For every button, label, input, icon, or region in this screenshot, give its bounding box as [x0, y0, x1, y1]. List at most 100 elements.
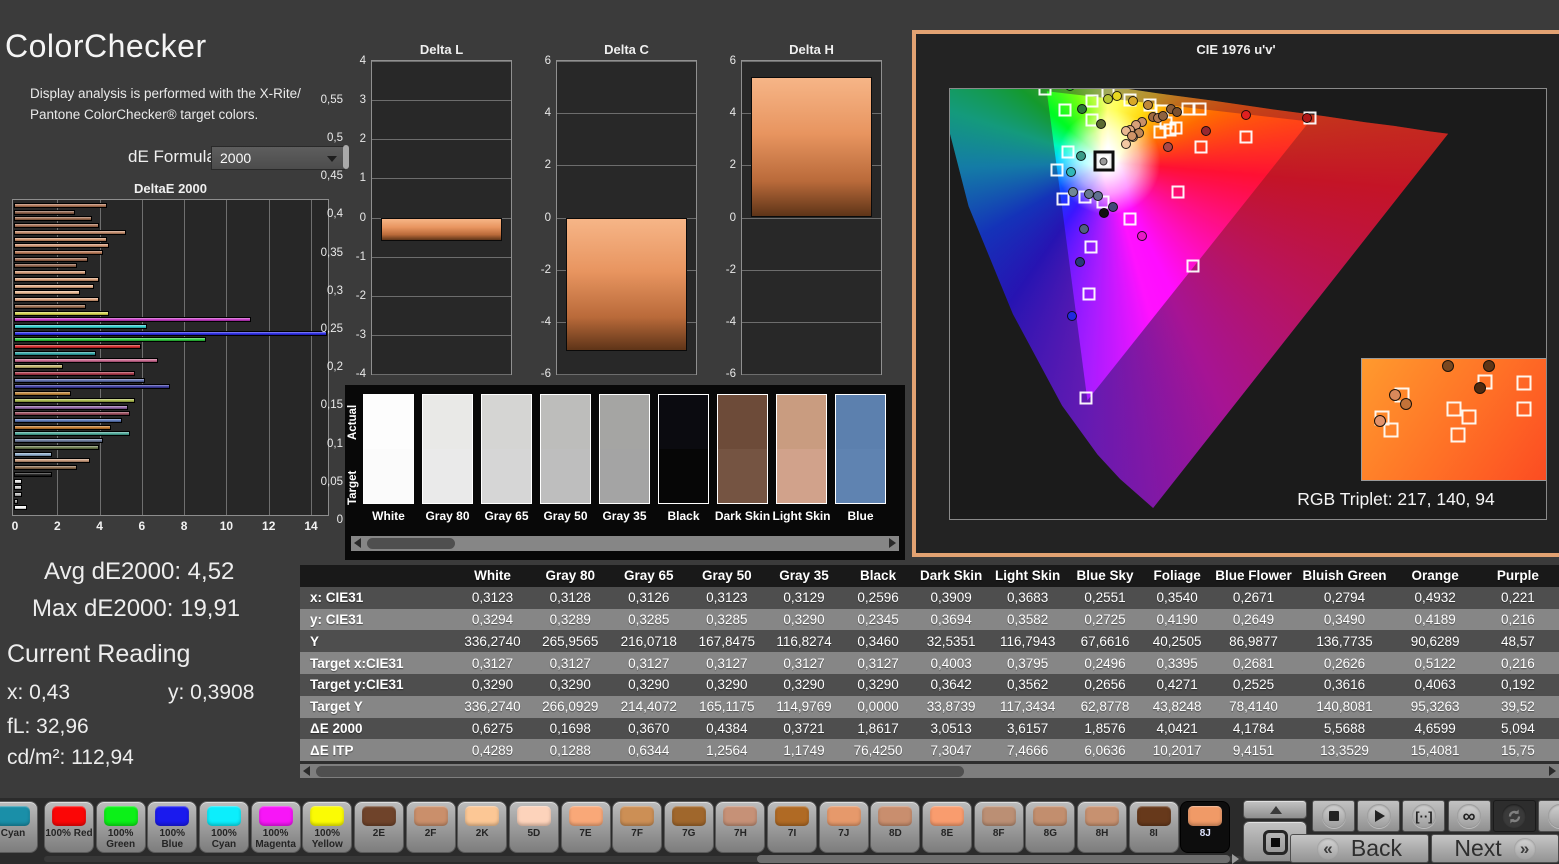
scroll-right-icon[interactable] [1549, 766, 1556, 776]
patch-tile-8d[interactable]: 8D [870, 801, 921, 853]
table-cell: 78,4140 [1211, 695, 1296, 718]
patch-swatch[interactable] [540, 394, 591, 504]
patch-tile-100-blue[interactable]: 100% Blue [147, 801, 198, 853]
empty-button[interactable] [1538, 800, 1559, 832]
scroll-right-icon[interactable] [1232, 854, 1239, 864]
patch-swatch[interactable] [599, 394, 650, 504]
table-cell: 48,57 [1476, 630, 1559, 653]
y-tick-label: -4 [540, 315, 551, 328]
measured-dot-marker [1162, 141, 1173, 152]
x-tick-label: 0 [11, 519, 19, 533]
de-formula-dropdown[interactable]: 2000 [211, 146, 345, 170]
scroll-left-icon[interactable] [354, 538, 361, 548]
patch-tile-7g[interactable]: 7G [663, 801, 714, 853]
refresh-button[interactable] [1492, 800, 1536, 832]
row-label: x: CIE31 [300, 586, 455, 609]
gridline [742, 269, 881, 271]
delta-e-bar [14, 270, 86, 276]
infinity-button[interactable]: ∞ [1447, 800, 1491, 832]
patch-tile-7h[interactable]: 7H [715, 801, 766, 853]
delta-e-bar [14, 276, 99, 282]
current-cdm2-value: cd/m²: 112,94 [7, 746, 134, 769]
column-header: Bluish Green [1295, 565, 1394, 587]
patch-tile-7j[interactable]: 7J [818, 801, 869, 853]
page-title: ColorChecker [5, 28, 207, 64]
table-row: x: CIE31 0,3123 0,3128 0,3126 0,3123 0,3129 0,… [300, 586, 1559, 609]
table-cell: 7,4666 [988, 739, 1068, 762]
patch-tile-100-red[interactable]: 100% Red [44, 801, 94, 853]
patch-tile-5d[interactable]: 5D [508, 801, 559, 853]
table-cell: 3,0513 [913, 717, 989, 740]
back-button[interactable]: « Back [1290, 834, 1429, 863]
table-cell: 0,3683 [988, 586, 1068, 609]
patch-swatch[interactable] [422, 394, 473, 504]
tiles-scroll-thumb[interactable] [757, 855, 1230, 863]
delta-chart-plot: 6 4 2 0 -2 -4 -6 [726, 55, 882, 380]
patch-tile-8i[interactable]: 8I [1128, 801, 1179, 853]
patch-tile-100-green[interactable]: 100% Green [95, 801, 146, 853]
patch-tile-8e[interactable]: 8E [922, 801, 973, 853]
scrollbar-thumb[interactable] [316, 766, 964, 777]
patch-swatch[interactable] [363, 394, 414, 504]
patch-swatch[interactable] [717, 394, 768, 504]
collapse-toolbar-button[interactable] [1243, 800, 1307, 819]
patch-tile-8j[interactable]: 8J [1180, 801, 1231, 853]
patch-swatch[interactable] [776, 394, 827, 504]
delta-e-bar [14, 243, 110, 249]
patch-tile-100-cyan[interactable]: 100% Cyan [198, 801, 249, 853]
table-cell: 0,3128 [530, 586, 610, 609]
patch-swatch[interactable] [658, 394, 709, 504]
table-row: Target Y 336,2740 266,0929 214,4072 165,1175… [300, 695, 1559, 718]
arrow-up-icon [1270, 806, 1282, 814]
patch-tile-2f[interactable]: 2F [405, 801, 456, 853]
gridline [372, 334, 511, 336]
play-button[interactable] [1357, 800, 1401, 832]
tile-swatch [878, 806, 913, 826]
gridline [372, 295, 511, 297]
splitter-handle[interactable] [343, 145, 349, 169]
patch-tile-8h[interactable]: 8H [1077, 801, 1127, 853]
column-header: Gray 65 [609, 565, 688, 587]
table-cell: 0,3582 [988, 608, 1068, 631]
scroll-right-icon[interactable] [889, 538, 896, 548]
tile-swatch [1188, 806, 1223, 826]
table-cell: 0,2551 [1067, 586, 1143, 609]
delta-e-bar [14, 371, 135, 376]
tile-label: 8H [1095, 828, 1109, 839]
measured-dot-marker [1143, 99, 1154, 110]
next-button[interactable]: Next » [1431, 834, 1559, 863]
tile-swatch [775, 806, 810, 826]
delta-e-bar [14, 310, 110, 316]
patch-tile-cyan[interactable]: Cyan [0, 801, 38, 853]
patch-tile-7i[interactable]: 7I [767, 801, 818, 853]
patch-swatch[interactable] [481, 394, 532, 504]
table-cell: 0,3126 [609, 586, 688, 609]
measured-dot-marker [1127, 130, 1138, 141]
swatch-scrollbar[interactable] [351, 536, 899, 551]
column-header: Dark Skin [913, 565, 989, 587]
measured-dot-marker [1095, 118, 1106, 129]
table-cell: 0,3909 [913, 586, 989, 609]
patch-tile-8g[interactable]: 8G [1025, 801, 1076, 853]
table-cell: 0,2794 [1295, 586, 1394, 609]
delta-e-bar [14, 465, 78, 471]
patch-swatch-label: Dark Skin [714, 509, 771, 523]
patch-tile-7e[interactable]: 7E [560, 801, 611, 853]
scrollbar-thumb[interactable] [367, 538, 455, 549]
scroll-left-icon[interactable] [303, 766, 310, 776]
table-cell: 0,2681 [1211, 652, 1296, 674]
patch-swatch[interactable] [835, 394, 886, 504]
table-scrollbar[interactable] [300, 764, 1559, 778]
patch-tile-2e[interactable]: 2E [353, 801, 404, 853]
table-cell: 4,6599 [1393, 717, 1477, 740]
loop-button[interactable]: [··] [1402, 800, 1446, 832]
measured-dot-marker [1400, 397, 1413, 410]
patch-tile-2k[interactable]: 2K [457, 801, 508, 853]
gridline [557, 374, 696, 375]
patch-tile-100-magenta[interactable]: 100% Magenta [250, 801, 301, 853]
stop-button[interactable] [1312, 800, 1355, 832]
patch-tile-100-yellow[interactable]: 100% Yellow [302, 801, 353, 853]
table-cell: 90,6289 [1393, 630, 1477, 653]
patch-tile-7f[interactable]: 7F [612, 801, 663, 853]
patch-tile-8f[interactable]: 8F [973, 801, 1024, 853]
